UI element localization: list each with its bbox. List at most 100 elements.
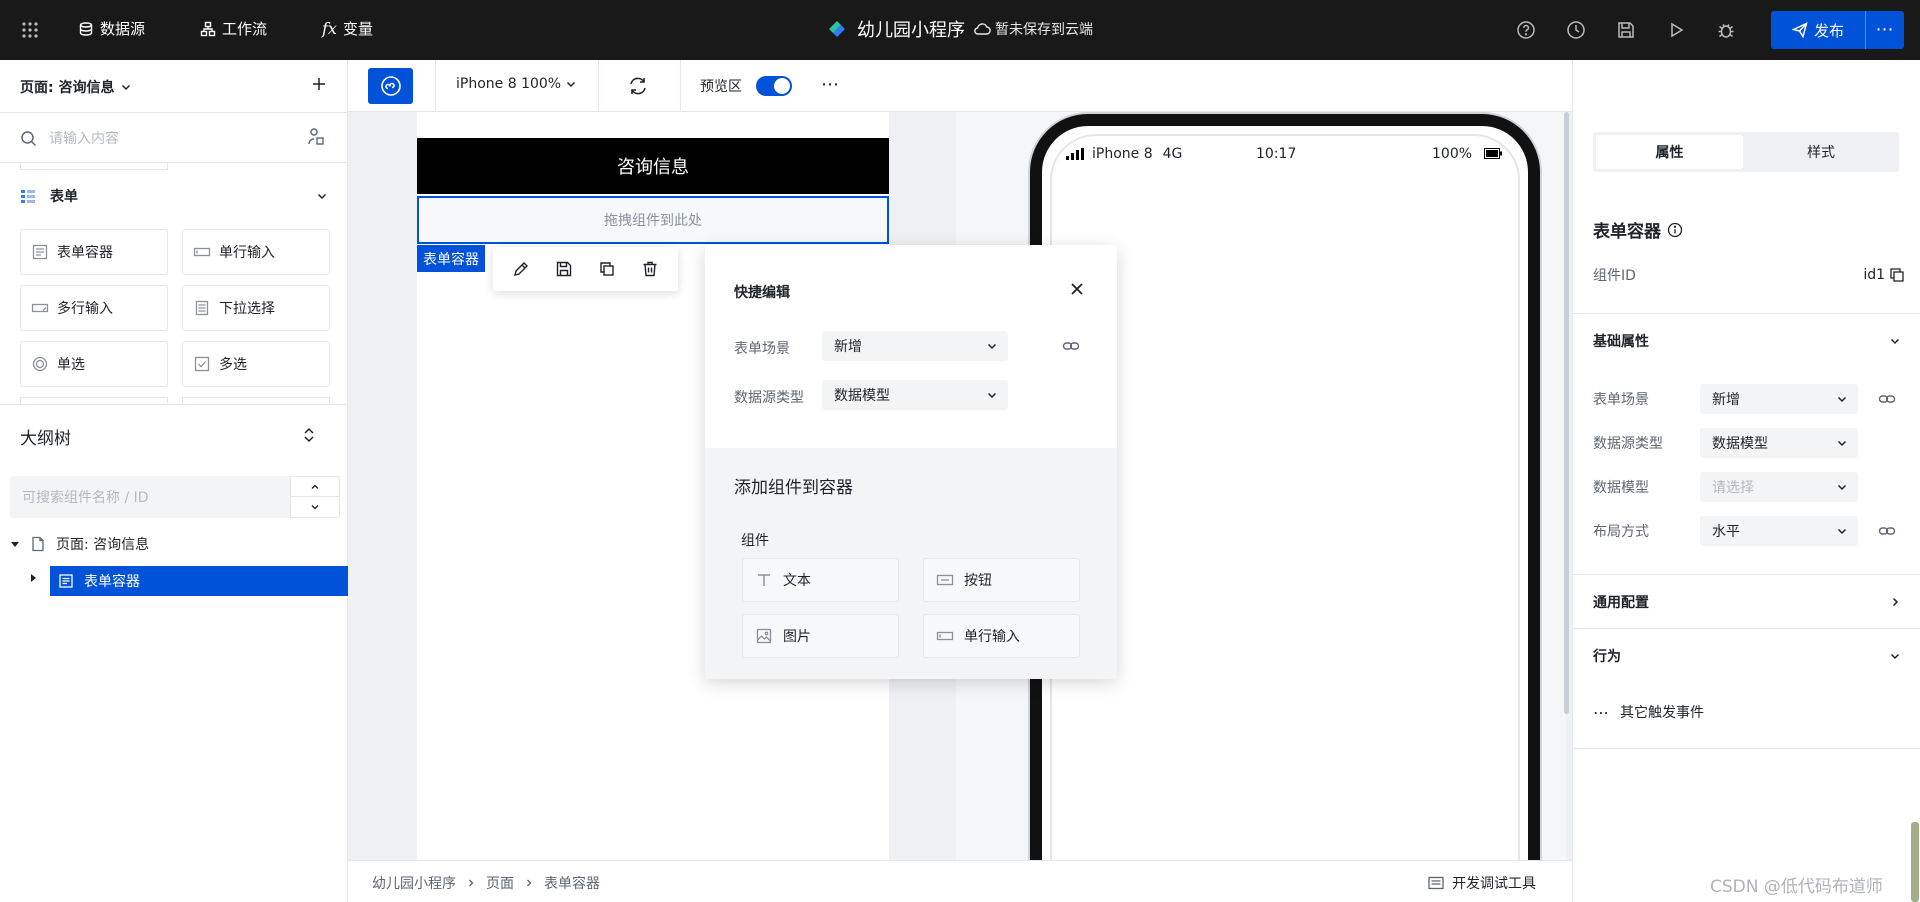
category-form-header[interactable]: 表单 [20,186,328,206]
devtools-button[interactable]: 开发调试工具 [1428,873,1536,893]
device-selector[interactable]: iPhone 8 100% [456,76,577,92]
component-search[interactable]: 请输入内容 [20,124,320,152]
layout-value: 水平 [1712,524,1740,540]
search-input[interactable]: 请输入内容 [49,128,119,148]
component-id-value: id1 [1863,267,1885,283]
chevron-up-icon[interactable] [291,477,339,497]
bind-link-icon[interactable] [1878,390,1896,408]
close-icon[interactable] [1070,282,1084,296]
add-input-component[interactable]: 单行输入 [923,614,1080,658]
component-checkbox[interactable]: 多选 [182,341,330,387]
history-icon[interactable] [1566,20,1586,40]
source-select[interactable]: 数据模型 [1700,428,1858,458]
component-radio[interactable]: 单选 [20,341,168,387]
outline-search-input[interactable]: 可搜索组件名称 / ID [10,476,290,518]
component-market-icon[interactable] [306,127,326,147]
miniprogram-icon [380,75,402,97]
component-form-container[interactable]: 表单容器 [20,229,168,275]
status-bar: 幼儿园小程序 页面 表单容器 开发调试工具 [348,860,1572,902]
page-icon [30,536,46,552]
search-icon [20,130,37,147]
breadcrumb-item[interactable]: 表单容器 [544,873,600,893]
basic-props-header[interactable]: 基础属性 [1573,313,1920,367]
add-component-section: 添加组件到容器 组件 文本 按钮 图片 单行输入 [705,448,1117,679]
breadcrumb-item[interactable]: 幼儿园小程序 [372,873,456,893]
tab-properties[interactable]: 属性 [1596,135,1743,169]
copy-icon[interactable] [1889,267,1905,283]
signal-icon [1066,148,1084,160]
tree-node-page[interactable]: 页面: 咨询信息 [10,532,340,556]
selected-component-tag[interactable]: 表单容器 [417,245,485,272]
bind-link-icon[interactable] [1062,337,1080,355]
model-placeholder: 请选择 [1712,480,1754,496]
component-textarea[interactable]: 多行输入 [20,285,168,331]
app-name[interactable]: 幼儿园小程序 [857,16,965,42]
copy-icon[interactable] [598,260,616,278]
source-value: 数据模型 [834,388,890,404]
add-button-component[interactable]: 按钮 [923,558,1080,602]
behavior-header[interactable]: 行为 [1573,628,1920,682]
popup-title: 快捷编辑 [734,285,790,301]
caret-right-icon[interactable] [28,566,38,590]
partial-card [182,397,330,403]
form-container-dropzone[interactable]: 拖拽组件到此处 [417,196,889,244]
delete-icon[interactable] [641,260,659,278]
source-select[interactable]: 数据模型 [822,380,1008,410]
expand-collapse-icon[interactable] [302,426,316,444]
tree-node-form-selected[interactable]: 表单容器 [50,566,348,596]
layout-select[interactable]: 水平 [1700,516,1858,546]
publish-button[interactable]: 发布 ⋯ [1771,11,1904,49]
model-select[interactable]: 请选择 [1700,472,1858,502]
canvas-scrollbar[interactable] [1564,112,1569,714]
add-item-label: 文本 [783,573,811,589]
chevron-down-icon [565,78,577,90]
component-title-text: 表单容器 [1593,222,1661,242]
scene-select[interactable]: 新增 [822,331,1008,361]
add-image-component[interactable]: 图片 [742,614,899,658]
info-icon[interactable] [1667,222,1683,238]
chevron-down-icon[interactable] [291,497,339,517]
source-label: 数据源类型 [734,390,804,406]
section-label: 通用配置 [1593,594,1649,611]
component-single-input[interactable]: 单行输入 [182,229,330,275]
page-selector[interactable]: 页面: 咨询信息 [20,77,132,97]
apps-grid-icon[interactable] [20,20,40,40]
datasource-menu[interactable]: 数据源 [78,18,145,39]
datasource-label: 数据源 [100,20,146,38]
form-category-icon [20,188,36,204]
scene-select[interactable]: 新增 [1700,384,1858,414]
chevron-down-icon [1889,335,1901,347]
preview-toggle[interactable] [756,76,792,96]
component-label: 单选 [57,357,85,373]
save-icon[interactable] [1616,20,1636,40]
refresh-icon[interactable] [627,75,649,97]
bug-icon[interactable] [1716,20,1736,40]
miniprogram-mode-button[interactable] [368,68,413,104]
help-icon[interactable] [1516,20,1536,40]
play-icon[interactable] [1666,20,1686,40]
page-navbar-title: 咨询信息 [417,138,889,194]
divider [598,60,599,112]
tab-style[interactable]: 样式 [1746,135,1896,169]
publish-label: 发布 [1813,21,1844,40]
phone-time: 10:17 [1256,146,1297,162]
add-text-component[interactable]: 文本 [742,558,899,602]
other-events-row[interactable]: ⋯ 其它触发事件 [1593,702,1704,722]
more-icon[interactable]: ⋯ [821,74,840,95]
publish-more-icon[interactable]: ⋯ [1866,11,1904,49]
add-page-icon[interactable] [310,75,328,93]
text-icon [755,571,773,589]
breadcrumb-item[interactable]: 页面 [486,873,514,893]
prop-label: 数据源类型 [1593,436,1663,452]
general-config-header[interactable]: 通用配置 [1573,574,1920,628]
publish-main[interactable]: 发布 [1771,11,1866,49]
divider [1573,748,1920,749]
bind-link-icon[interactable] [1878,522,1896,540]
workflow-menu[interactable]: 工作流 [200,18,267,39]
variables-menu[interactable]: fx 变量 [322,18,373,39]
edit-icon[interactable] [512,260,530,278]
divider [0,112,348,113]
component-select[interactable]: 下拉选择 [182,285,330,331]
quick-edit-popup: 快捷编辑 表单场景 新增 数据源类型 数据模型 添加组件到容器 组件 文本 按钮… [705,245,1117,679]
save-template-icon[interactable] [555,260,573,278]
